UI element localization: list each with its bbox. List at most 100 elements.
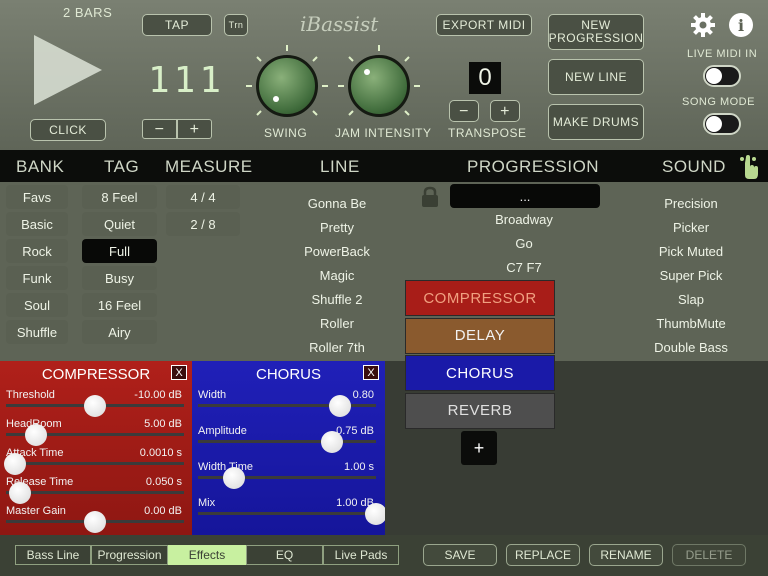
chorus-title: CHORUS — [255, 366, 321, 383]
bank-item-funk[interactable]: Funk — [6, 266, 68, 290]
tag-item-8-feel[interactable]: 8 Feel — [82, 185, 157, 209]
progression-item-go[interactable]: Go — [449, 236, 599, 251]
column-header-line: LINE — [320, 157, 360, 176]
bank-item-basic[interactable]: Basic — [6, 212, 68, 236]
bank-item-soul[interactable]: Soul — [6, 293, 68, 317]
compressor-param-value: -10.00 dB — [134, 389, 182, 401]
tab-eq[interactable]: EQ — [246, 545, 323, 565]
compressor-param-slider-thumb[interactable] — [4, 453, 26, 475]
bars-label: 2 BARS — [63, 5, 113, 20]
line-item-roller-7th[interactable]: Roller 7th — [262, 340, 412, 355]
sound-item-picker[interactable]: Picker — [616, 220, 766, 235]
tab-effects[interactable]: Effects — [168, 545, 246, 565]
make-drums-button[interactable]: MAKE DRUMS — [548, 104, 644, 140]
replace-button[interactable]: REPLACE — [506, 544, 580, 566]
sound-item-pick-muted[interactable]: Pick Muted — [616, 244, 766, 259]
song-mode-label: SONG MODE — [682, 96, 755, 108]
sound-item-double-bass[interactable]: Double Bass — [616, 340, 766, 355]
new-line-button[interactable]: NEW LINE — [548, 59, 644, 95]
column-header-tag: TAG — [104, 157, 140, 176]
tap-button[interactable]: TAP — [142, 14, 212, 36]
ibassist-logo: iBassist — [300, 12, 379, 36]
compressor-param-slider-thumb[interactable] — [9, 482, 31, 504]
line-item-magic[interactable]: Magic — [262, 268, 412, 283]
measure-item-2-8[interactable]: 2 / 8 — [166, 212, 240, 236]
rename-button[interactable]: RENAME — [589, 544, 663, 566]
tag-item-busy[interactable]: Busy — [82, 266, 157, 290]
compressor-param-master-gain: Master Gain 0.00 dB — [0, 505, 190, 535]
export-midi-button[interactable]: EXPORT MIDI — [436, 14, 532, 36]
tab-progression[interactable]: Progression — [91, 545, 168, 565]
line-item-shuffle-2[interactable]: Shuffle 2 — [262, 292, 412, 307]
compressor-panel: COMPRESSOR X Threshold -10.00 dB HeadRoom5… — [0, 361, 192, 535]
bank-item-shuffle[interactable]: Shuffle — [6, 320, 68, 344]
chorus-close-button[interactable]: X — [363, 365, 379, 380]
sound-item-slap[interactable]: Slap — [616, 292, 766, 307]
chorus-param-name: Mix — [198, 497, 216, 509]
gear-icon[interactable] — [690, 12, 716, 38]
chorus-param-value: 1.00 s — [344, 461, 374, 473]
compressor-param-value: 5.00 dB — [144, 418, 182, 430]
add-effect-button[interactable]: + — [461, 431, 497, 465]
chorus-param-slider-thumb[interactable] — [321, 431, 343, 453]
compressor-param-value: 0.00 dB — [144, 505, 182, 517]
effects-menu-item-chorus[interactable]: CHORUS — [405, 355, 555, 391]
column-header-bar: BANK TAG MEASURE LINE PROGRESSION SOUND — [0, 150, 768, 182]
compressor-title: COMPRESSOR — [41, 366, 151, 383]
bank-item-favs[interactable]: Favs — [6, 185, 68, 209]
sound-item-thumbmute[interactable]: ThumbMute — [616, 316, 766, 331]
column-header-progression: PROGRESSION — [467, 157, 600, 176]
progression-item-c7-f7[interactable]: C7 F7 — [449, 260, 599, 275]
live-midi-in-toggle[interactable] — [703, 65, 741, 87]
column-header-sound: SOUND — [662, 157, 726, 176]
chorus-param-slider-thumb[interactable] — [365, 503, 387, 525]
effects-menu-item-compressor[interactable]: COMPRESSOR — [405, 280, 555, 316]
compressor-param-slider-thumb[interactable] — [25, 424, 47, 446]
compressor-param-slider-thumb[interactable] — [84, 511, 106, 533]
line-item-gonna-be[interactable]: Gonna Be — [262, 196, 412, 211]
chorus-param-slider-thumb[interactable] — [329, 395, 351, 417]
chorus-param-slider-thumb[interactable] — [223, 467, 245, 489]
info-icon[interactable]: i — [729, 13, 753, 37]
lock-icon[interactable] — [420, 186, 440, 208]
song-mode-toggle[interactable] — [703, 113, 741, 135]
click-button[interactable]: CLICK — [30, 119, 106, 141]
sound-item-super-pick[interactable]: Super Pick — [616, 268, 766, 283]
save-button[interactable]: SAVE — [423, 544, 497, 566]
measure-item-4-4[interactable]: 4 / 4 — [166, 185, 240, 209]
touch-hand-icon[interactable] — [736, 153, 760, 181]
tag-item-full[interactable]: Full — [82, 239, 157, 263]
compressor-param-name: Threshold — [6, 389, 55, 401]
line-item-powerback[interactable]: PowerBack — [262, 244, 412, 259]
chorus-param-name: Width — [198, 389, 227, 401]
transpose-plus-button[interactable]: + — [490, 100, 520, 122]
progression-selected[interactable]: ... — [450, 184, 600, 208]
tempo-plus-button[interactable]: + — [177, 119, 212, 139]
sound-item-precision[interactable]: Precision — [616, 196, 766, 211]
tag-item-quiet[interactable]: Quiet — [82, 212, 157, 236]
transpose-display: 0 — [469, 62, 501, 94]
tag-item-airy[interactable]: Airy — [82, 320, 157, 344]
new-progression-button[interactable]: NEW PROGRESSION — [548, 14, 644, 50]
live-midi-in-label: LIVE MIDI IN — [687, 48, 758, 60]
effects-menu-item-delay[interactable]: DELAY — [405, 317, 555, 354]
play-icon[interactable] — [32, 33, 104, 107]
compressor-param-slider-thumb[interactable] — [84, 395, 106, 417]
line-item-roller[interactable]: Roller — [262, 316, 412, 331]
compressor-param-threshold: Threshold -10.00 dB — [0, 389, 190, 419]
tab-bass-line[interactable]: Bass Line — [15, 545, 91, 565]
compressor-param-value: 0.0010 s — [139, 447, 182, 459]
tempo-minus-button[interactable]: − — [142, 119, 177, 139]
column-header-measure: MEASURE — [165, 157, 253, 176]
tag-item-16-feel[interactable]: 16 Feel — [82, 293, 157, 317]
trn-button[interactable]: Trn — [224, 14, 248, 36]
effects-menu-item-reverb[interactable]: REVERB — [405, 392, 555, 429]
progression-item-broadway[interactable]: Broadway — [449, 212, 599, 227]
bank-item-rock[interactable]: Rock — [6, 239, 68, 263]
chorus-param-value: 0.80 — [352, 389, 374, 401]
line-item-pretty[interactable]: Pretty — [262, 220, 412, 235]
delete-button[interactable]: DELETE — [672, 544, 746, 566]
transpose-minus-button[interactable]: − — [449, 100, 479, 122]
compressor-close-button[interactable]: X — [171, 365, 187, 380]
tab-live-pads[interactable]: Live Pads — [323, 545, 399, 565]
